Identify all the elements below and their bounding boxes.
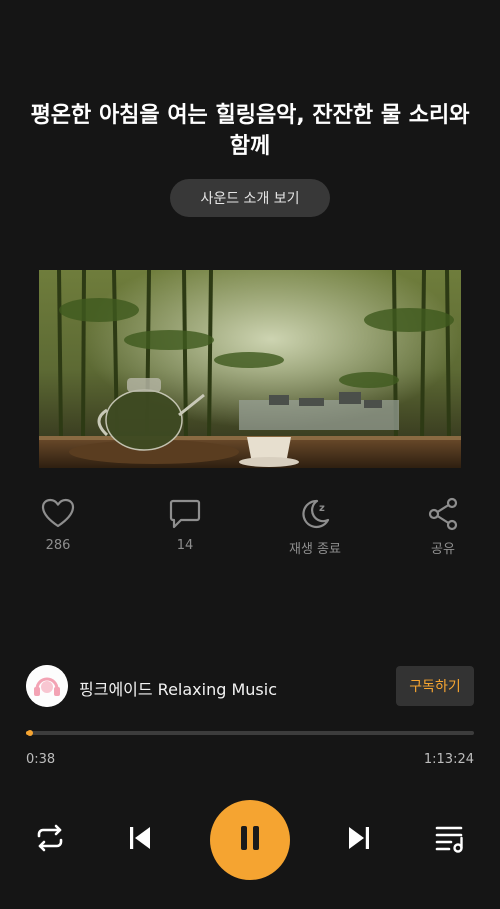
playlist-button[interactable] (430, 822, 470, 858)
share-icon (393, 496, 493, 532)
like-count: 286 (45, 538, 71, 553)
current-time: 0:38 (26, 752, 56, 767)
svg-text:z: z (319, 503, 325, 514)
track-title: 평온한 아침을 여는 힐링음악, 잔잔한 물 소리와 함께 (30, 103, 470, 159)
sleep-timer-icon: z (265, 496, 365, 532)
subscribe-button[interactable]: 구독하기 (396, 666, 474, 706)
progress-handle[interactable] (26, 730, 33, 736)
skip-previous-icon (125, 823, 155, 857)
sleep-timer-button[interactable]: z 재생 종료 (265, 496, 365, 557)
comment-icon (135, 496, 235, 532)
like-button[interactable]: 286 (8, 496, 108, 553)
total-time: 1:13:24 (423, 752, 474, 767)
playlist-icon (434, 822, 466, 858)
pause-icon (235, 823, 265, 857)
sound-intro-button[interactable]: 사운드 소개 보기 (170, 179, 330, 217)
comment-button[interactable]: 14 (135, 496, 235, 553)
sleep-timer-label: 재생 종료 (289, 542, 341, 557)
progress-bar[interactable] (26, 730, 474, 736)
previous-button[interactable] (122, 822, 158, 858)
channel-name[interactable]: 핑크에이드 Relaxing Music (79, 676, 277, 700)
share-label: 공유 (431, 542, 455, 557)
cover-artwork (39, 270, 461, 468)
comment-count: 14 (176, 538, 194, 553)
next-button[interactable] (341, 822, 377, 858)
share-button[interactable]: 공유 (393, 496, 493, 557)
channel-avatar[interactable] (26, 665, 68, 707)
action-bar: 286 14 z 재생 종료 공유 (0, 496, 500, 566)
player-controls (0, 800, 500, 880)
skip-next-icon (344, 823, 374, 857)
channel-row: 핑크에이드 Relaxing Music 구독하기 (26, 664, 474, 708)
repeat-icon (34, 822, 66, 858)
heart-icon (8, 496, 108, 532)
repeat-button[interactable] (30, 822, 70, 858)
pause-button[interactable] (210, 800, 290, 880)
